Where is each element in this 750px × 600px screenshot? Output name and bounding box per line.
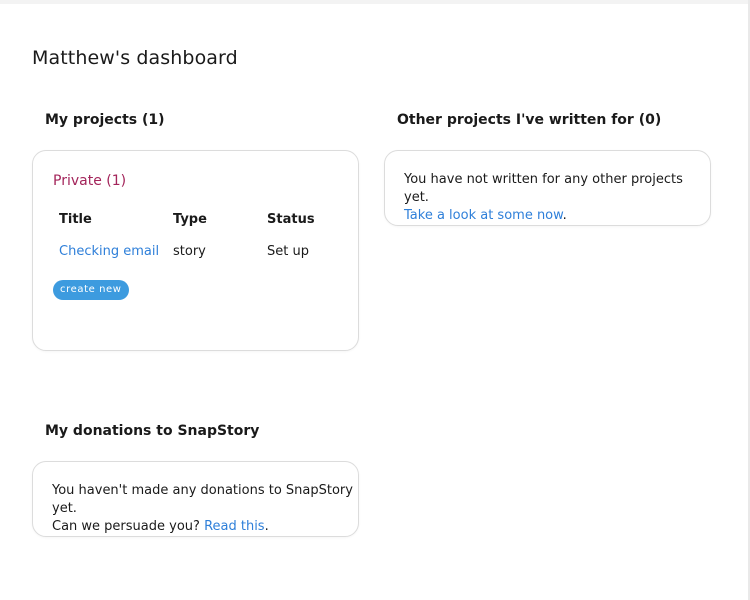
donations-period: . xyxy=(264,519,269,534)
browse-projects-link[interactable]: Take a look at some now xyxy=(404,208,563,223)
project-title-link[interactable]: Checking email xyxy=(59,244,159,259)
page-title: Matthew's dashboard xyxy=(32,47,238,69)
other-projects-heading: Other projects I've written for (0) xyxy=(397,112,662,128)
donations-text-line2: Can we persuade you? xyxy=(52,519,200,534)
read-this-link[interactable]: Read this xyxy=(204,519,265,534)
top-bar xyxy=(0,0,750,4)
donations-message: You haven't made any donations to SnapSt… xyxy=(52,482,358,536)
donations-heading: My donations to SnapStory xyxy=(45,423,260,439)
other-projects-text: You have not written for any other proje… xyxy=(404,172,683,205)
column-header-status: Status xyxy=(267,212,315,227)
column-header-type: Type xyxy=(173,212,207,227)
other-projects-message: You have not written for any other proje… xyxy=(404,171,710,225)
private-projects-title: Private (1) xyxy=(53,173,127,189)
my-projects-heading: My projects (1) xyxy=(45,112,165,128)
my-projects-card: Private (1) Title Type Status Checking e… xyxy=(32,150,359,351)
project-status: Set up xyxy=(267,244,309,259)
other-projects-period: . xyxy=(562,208,567,223)
donations-text-line1: You haven't made any donations to SnapSt… xyxy=(52,483,353,516)
other-projects-card: You have not written for any other proje… xyxy=(384,150,711,226)
column-header-title: Title xyxy=(59,212,92,227)
project-type: story xyxy=(173,244,206,259)
donations-card: You haven't made any donations to SnapSt… xyxy=(32,461,359,537)
create-new-button[interactable]: create new xyxy=(53,280,129,300)
